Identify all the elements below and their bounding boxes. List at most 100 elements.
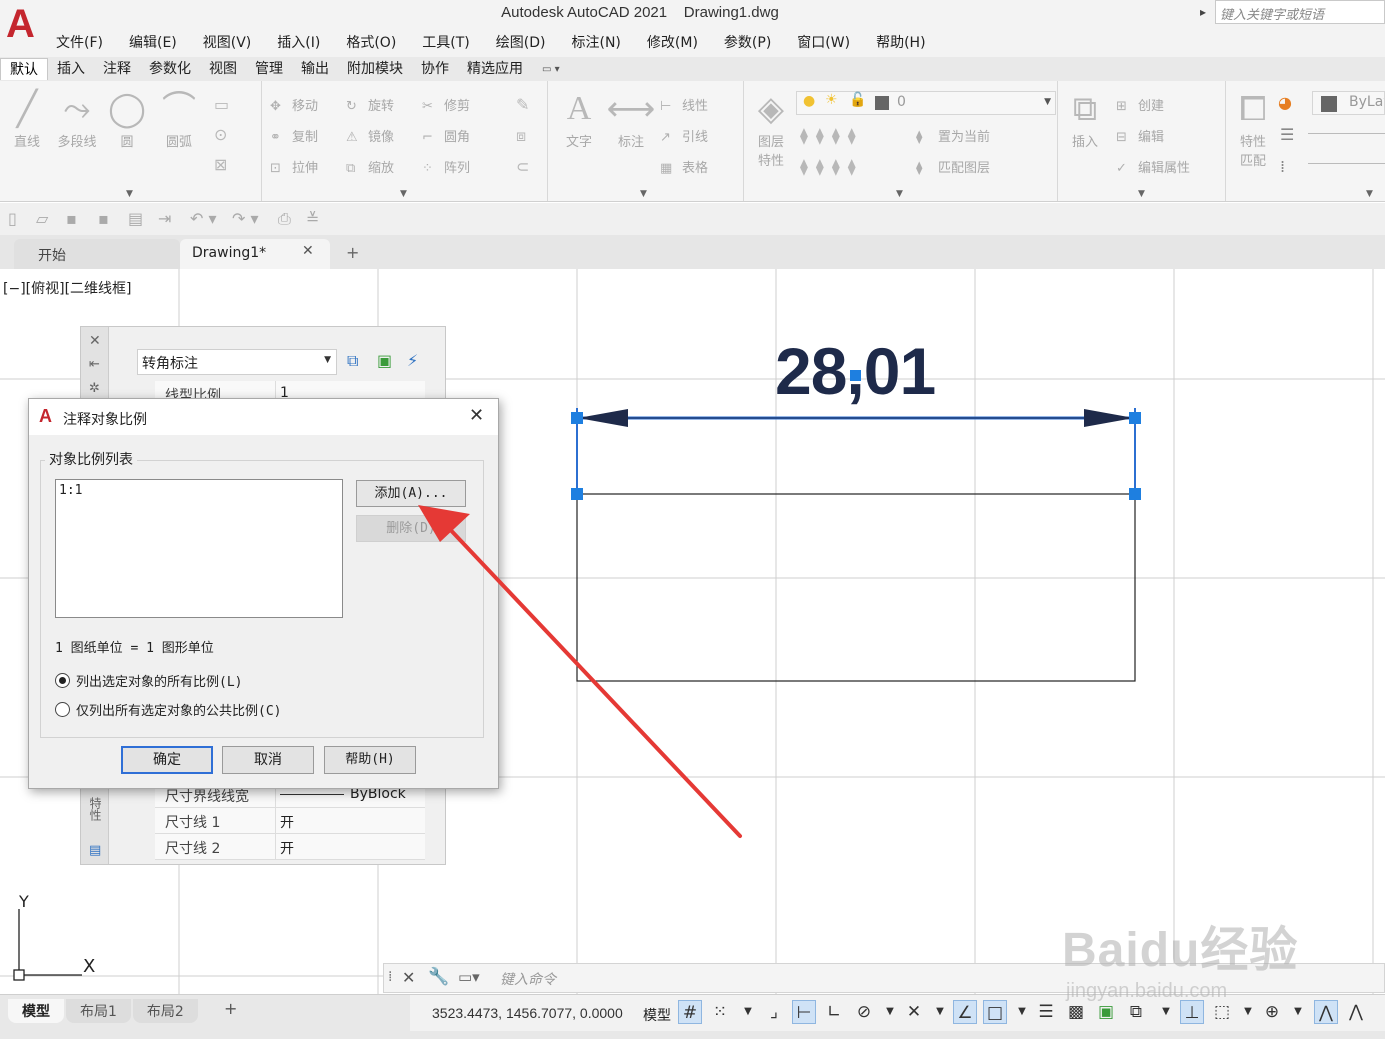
menu-help[interactable]: 帮助(H) <box>876 32 925 54</box>
layer-tools-icon[interactable]: ⧫⧫⧫⧫ <box>800 126 864 145</box>
close-icon[interactable]: ✕ <box>402 968 415 987</box>
menu-draw[interactable]: 绘图(D) <box>496 32 546 54</box>
insert-block-button[interactable]: ⧉ 插入 <box>1058 87 1112 150</box>
menu-modify[interactable]: 修改(M) <box>647 32 698 54</box>
radio-button[interactable] <box>55 673 70 688</box>
tab-view[interactable]: 视图 <box>200 58 246 80</box>
lineweight-dropdown[interactable] <box>1308 133 1385 134</box>
command-history-icon[interactable]: ▭▾ <box>458 968 480 986</box>
tab-insert[interactable]: 插入 <box>48 58 94 80</box>
move-button[interactable]: ✥ 移动 <box>270 95 318 114</box>
selection-cycling-icon[interactable]: ▣ <box>1094 1000 1118 1024</box>
command-input[interactable]: 键入命令 <box>500 969 556 989</box>
radio-list-common[interactable]: 仅列出所有选定对象的公共比例(C) <box>55 700 281 719</box>
offset-icon[interactable]: ⊂ <box>516 157 529 176</box>
chevron-down-icon[interactable]: ▼ <box>878 1000 902 1024</box>
quick-select-icon[interactable]: ⚡ <box>407 351 418 370</box>
copy-button[interactable]: ⚭ 复制 <box>270 126 318 145</box>
rectangle-icon[interactable]: ▭ <box>214 95 229 114</box>
chevron-down-icon[interactable]: ▼ <box>640 189 647 199</box>
stretch-button[interactable]: ⊡ 拉伸 <box>270 157 318 176</box>
selection-filter-icon[interactable]: ⬚ <box>1210 1000 1234 1024</box>
save-as-icon[interactable]: ▪ <box>98 209 109 228</box>
tab-parametric[interactable]: 参数化 <box>140 58 200 80</box>
color-dropdown[interactable]: ByLayer <box>1312 91 1385 115</box>
tab-home[interactable]: 默认 <box>0 58 48 80</box>
3d-osnap-icon[interactable]: ⧉ <box>1124 1000 1148 1024</box>
chevron-down-icon[interactable]: ▼ <box>126 189 133 199</box>
grid-icon[interactable]: # <box>678 1000 702 1024</box>
property-row[interactable]: 尺寸线 2 开 <box>155 834 425 860</box>
chevron-down-icon[interactable]: ▼ <box>1154 1000 1178 1024</box>
lineweight-icon[interactable]: ☰ <box>1034 1000 1058 1024</box>
auto-scale-icon[interactable]: ⋀ <box>1344 1000 1368 1024</box>
ok-button[interactable]: 确定 <box>121 746 213 774</box>
model-space-button[interactable]: 模型 <box>643 1005 671 1025</box>
gizmo-icon[interactable]: ⊕ <box>1260 1000 1284 1024</box>
polyline-button[interactable]: ⤳ 多段线 <box>50 87 104 150</box>
table-button[interactable]: ▦ 表格 <box>660 157 708 176</box>
export-icon[interactable]: ⇥ <box>158 209 171 228</box>
auto-hide-icon[interactable]: ⇤ <box>89 357 100 372</box>
new-file-icon[interactable]: ▯ <box>8 209 17 228</box>
erase-icon[interactable]: ✎ <box>516 95 529 114</box>
add-button[interactable]: 添加(A)... <box>356 480 466 507</box>
menu-dimension[interactable]: 标注(N) <box>572 32 621 54</box>
chevron-down-icon[interactable]: ▼ <box>1286 1000 1310 1024</box>
add-tab-icon[interactable]: + <box>346 243 359 262</box>
dynamic-input-icon[interactable]: ⊢ <box>792 1000 816 1024</box>
match-properties-button[interactable]: ⧠ 特性 匹配 <box>1226 87 1280 169</box>
chevron-right-icon[interactable]: ▸ <box>1200 5 1206 19</box>
linear-button[interactable]: ⊢ 线性 <box>660 95 708 114</box>
line-button[interactable]: ╱ 直线 <box>0 87 54 150</box>
infer-constraints-icon[interactable]: ⌟ <box>762 1000 786 1024</box>
radio-button[interactable] <box>55 702 70 717</box>
wrench-icon[interactable]: 🔧 <box>428 967 449 987</box>
transparency-icon[interactable]: ▩ <box>1064 1000 1088 1024</box>
toggle-pickadd-icon[interactable]: ⧉ <box>347 351 358 371</box>
annotation-visibility-icon[interactable]: ⋀ <box>1314 1000 1338 1024</box>
radio-list-all[interactable]: 列出选定对象的所有比例(L) <box>55 671 242 690</box>
add-layout-icon[interactable]: + <box>224 999 237 1018</box>
help-button[interactable]: 帮助(H) <box>324 746 416 774</box>
color-wheel-icon[interactable]: ◕ <box>1278 93 1292 112</box>
fillet-button[interactable]: ⌐ 圆角 <box>422 126 470 145</box>
menu-edit[interactable]: 编辑(E) <box>129 32 177 54</box>
dimension-text[interactable]: 28,01 <box>775 338 936 404</box>
tab-drawing1[interactable]: Drawing1* ✕ <box>180 239 330 269</box>
arc-button[interactable]: ⌒ 圆弧 <box>152 87 206 150</box>
chevron-down-icon[interactable]: ▼ <box>1010 1000 1034 1024</box>
match-layer-button[interactable]: ⧫ 匹配图层 <box>916 157 990 176</box>
create-block-button[interactable]: ⊞ 创建 <box>1116 95 1164 114</box>
mirror-button[interactable]: ⚠ 镜像 <box>346 126 394 145</box>
chevron-down-icon[interactable]: ▼ <box>928 1000 952 1024</box>
polar-icon[interactable]: ⊘ <box>852 1000 876 1024</box>
scale-listbox[interactable]: 1:1 <box>55 479 343 618</box>
coordinates-readout[interactable]: 3523.4473, 1456.7077, 0.0000 <box>432 1005 623 1021</box>
dialog-titlebar[interactable]: A 注释对象比例 ✕ <box>29 399 498 435</box>
array-button[interactable]: ⁘ 阵列 <box>422 157 470 176</box>
viewport-controls[interactable]: [−][俯视][二维线框] <box>3 278 132 298</box>
text-button[interactable]: A 文字 <box>552 87 606 150</box>
layer-tools-icon[interactable]: ⧫⧫⧫⧫ <box>800 157 864 176</box>
rotate-button[interactable]: ↻ 旋转 <box>346 95 394 114</box>
linetype-icon[interactable]: ⁞ <box>1280 157 1285 176</box>
menu-format[interactable]: 格式(O) <box>346 32 396 54</box>
menu-view[interactable]: 视图(V) <box>203 32 252 54</box>
search-input[interactable]: 键入关键字或短语 <box>1215 0 1385 24</box>
tab-model[interactable]: 模型 <box>8 999 64 1023</box>
close-icon[interactable]: ✕ <box>469 405 484 426</box>
undo-icon[interactable]: ↶ ▾ <box>190 209 217 228</box>
dimension-button[interactable]: ⟷ 标注 <box>604 87 658 150</box>
menu-file[interactable]: 文件(F) <box>56 32 103 54</box>
autocad-logo-icon[interactable]: A <box>6 4 44 44</box>
boundary-icon[interactable]: ⊠ <box>214 155 227 174</box>
redo-icon[interactable]: ↷ ▾ <box>232 209 259 228</box>
snap-icon[interactable]: ⁙ <box>708 1000 732 1024</box>
chevron-down-icon[interactable]: ▼ <box>1236 1000 1260 1024</box>
tab-output[interactable]: 输出 <box>292 58 338 80</box>
print-icon[interactable]: ⎙ <box>278 209 291 229</box>
hatch-icon[interactable]: ⊙ <box>214 125 227 144</box>
tab-annotate[interactable]: 注释 <box>94 58 140 80</box>
palette-menu-icon[interactable]: ▤ <box>89 843 101 858</box>
